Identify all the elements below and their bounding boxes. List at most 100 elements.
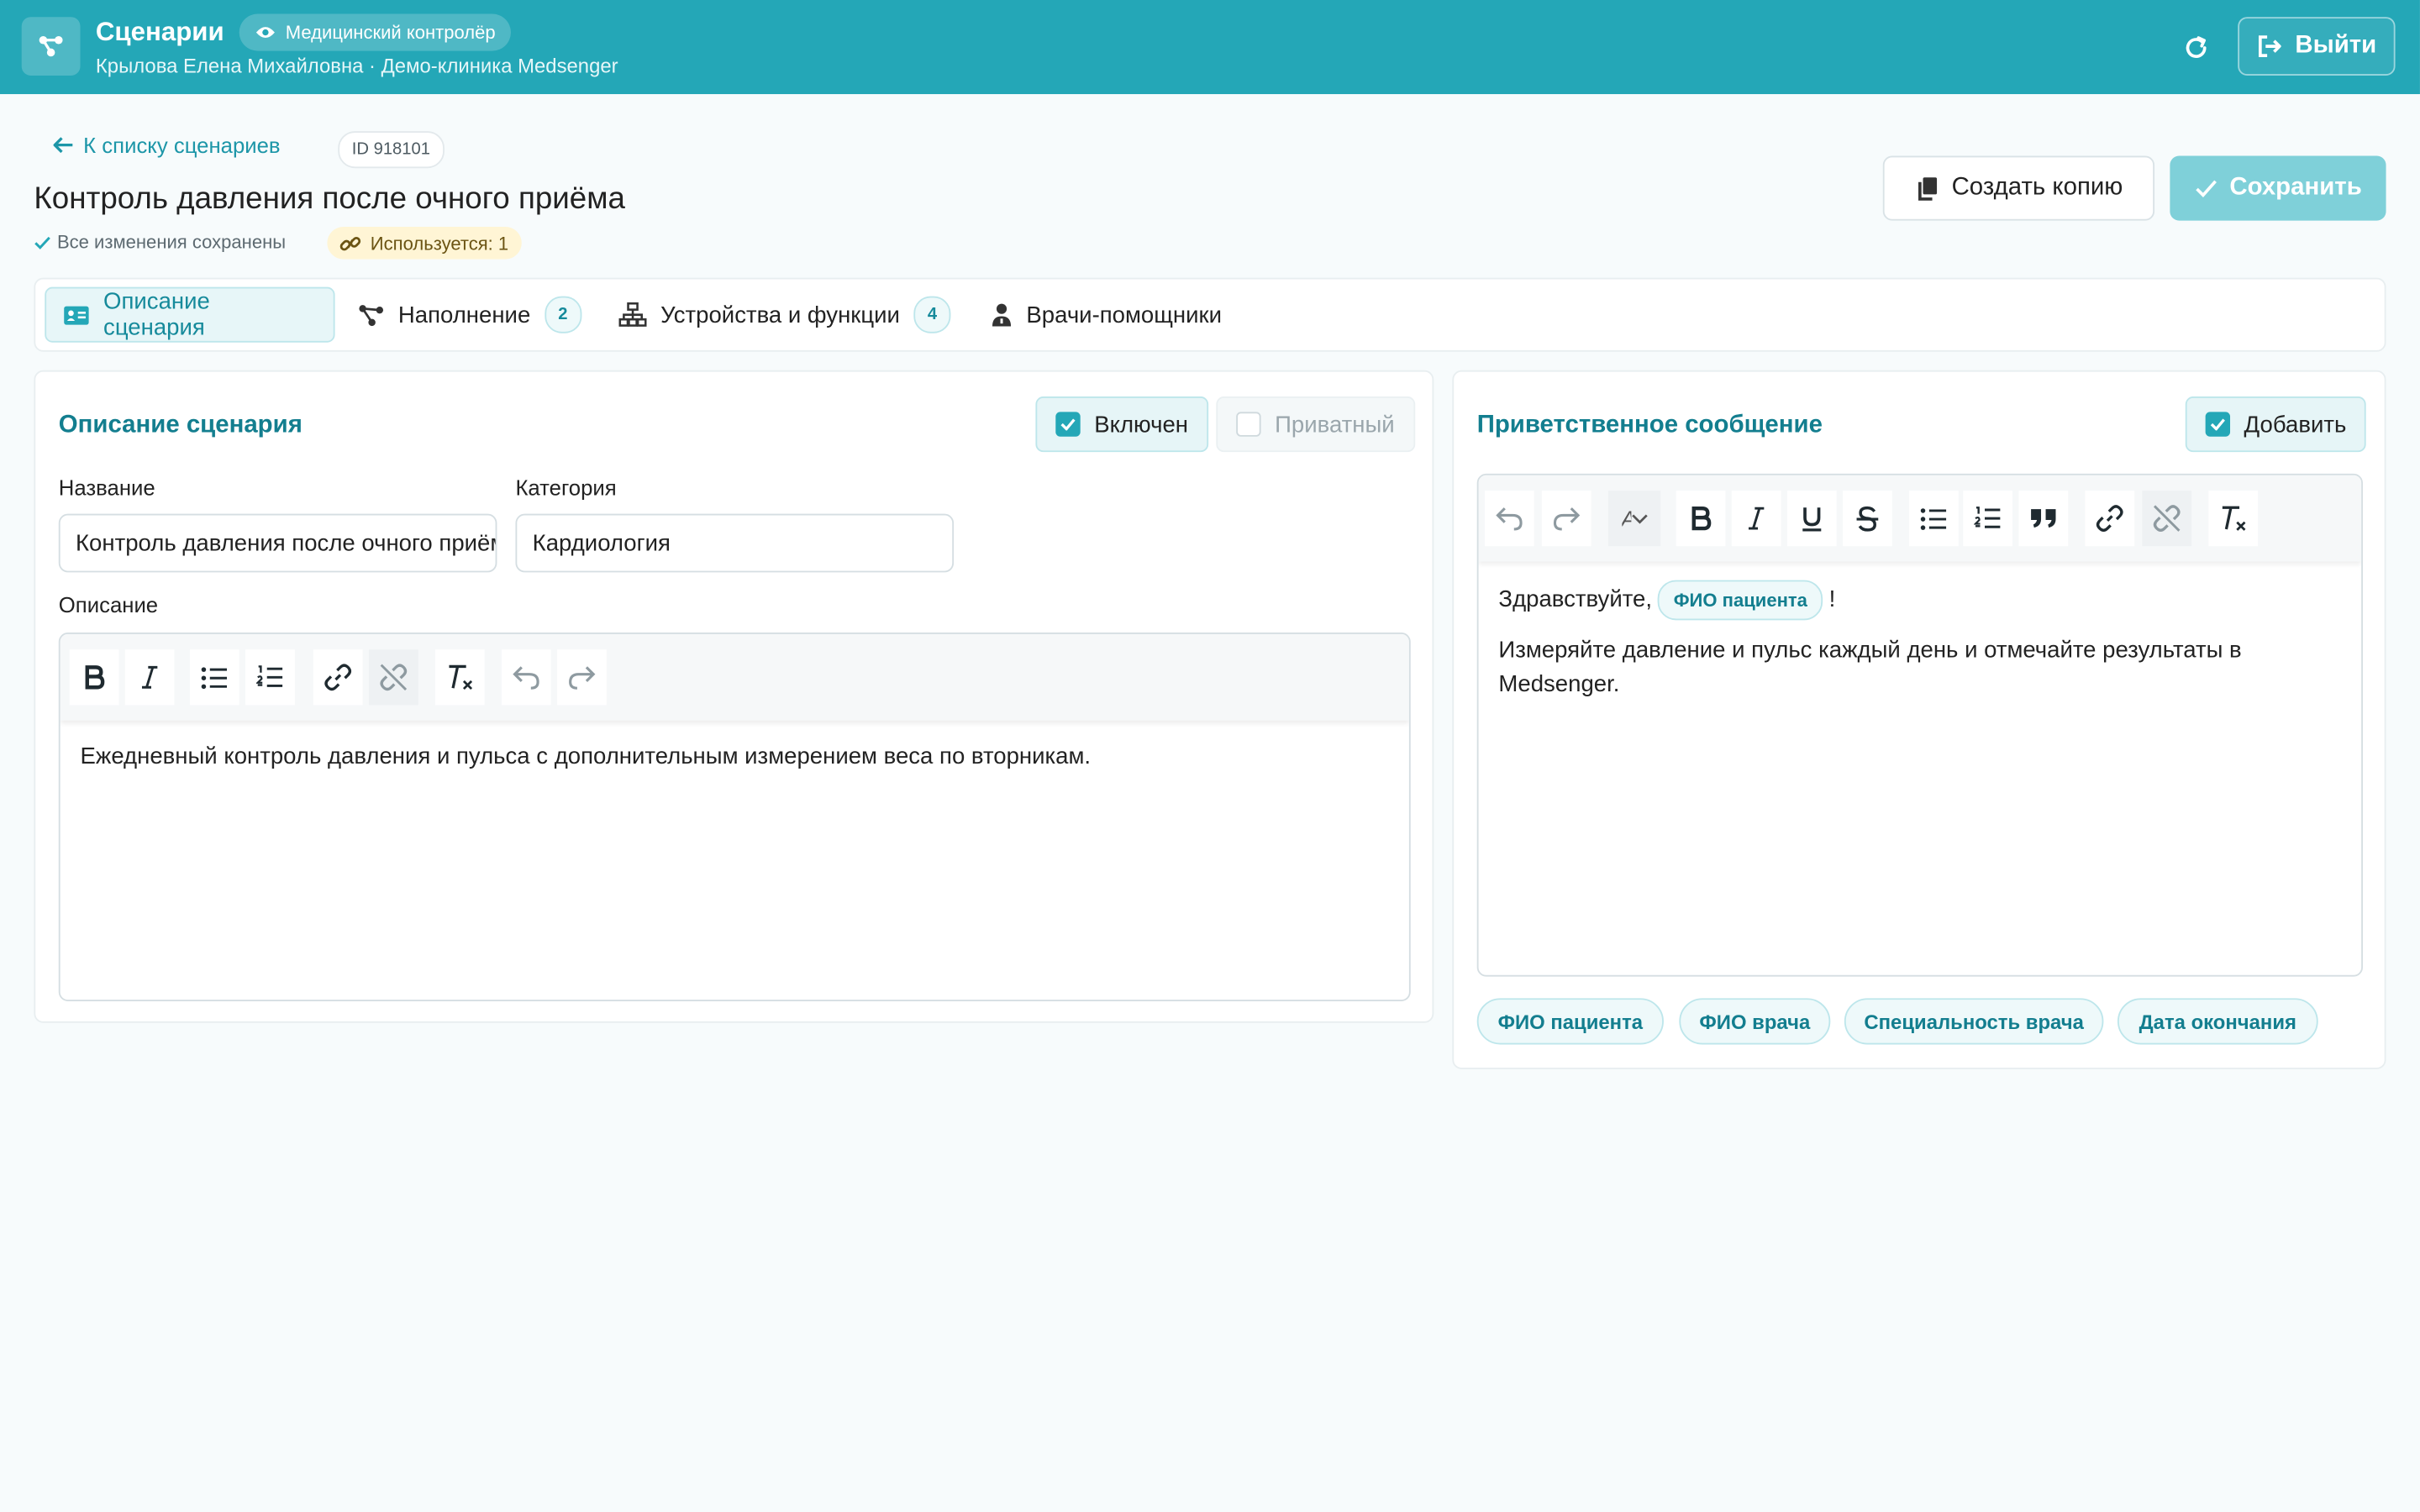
bold-icon (1690, 506, 1712, 531)
back-to-list-link[interactable]: К списку сценариев (52, 132, 281, 158)
tab-description[interactable]: Описание сценария (45, 286, 335, 343)
logout-icon (2256, 34, 2282, 58)
usage-badge[interactable]: Используется: 1 (327, 226, 521, 260)
undo-button[interactable] (501, 649, 551, 706)
usage-badge-label: Используется: 1 (370, 232, 509, 255)
variable-chip-end-date[interactable]: Дата окончания (2117, 998, 2318, 1045)
welcome-card: Приветственное сообщение Добавить A (1452, 370, 2386, 1069)
eye-icon (255, 24, 276, 39)
refresh-button[interactable] (2173, 26, 2219, 69)
variable-chip-patient-name[interactable]: ФИО пациента (1476, 998, 1664, 1045)
saved-status: Все изменения сохранены (34, 231, 287, 254)
back-link-label: К списку сценариев (83, 132, 281, 158)
welcome-greeting-line[interactable]: Здравствуйте, ФИО пациента! (1498, 580, 2341, 621)
clear-format-button[interactable] (434, 649, 485, 706)
add-welcome-label: Добавить (2244, 411, 2347, 438)
welcome-body-text[interactable]: Измеряйте давление и пульс каждый день и… (1498, 634, 2299, 702)
font-size-dropdown[interactable]: A (1607, 491, 1661, 547)
tab-devices-label: Устройства и функции (660, 302, 900, 328)
welcome-editor: A Здравствуйте,ФИО пациента! Измеряйте д… (1476, 473, 2363, 977)
tab-description-label: Описание сценария (103, 288, 210, 341)
logout-button[interactable]: Выйти (2238, 17, 2396, 76)
save-label: Сохранить (2229, 174, 2362, 201)
name-input[interactable]: Контроль давления после очного приёма (58, 513, 497, 573)
bullet-list-icon (1920, 507, 1948, 530)
bold-button[interactable] (1676, 491, 1726, 547)
tab-content[interactable]: Наполнение 2 (341, 287, 598, 343)
copy-icon (1914, 175, 1939, 201)
enabled-toggle[interactable]: Включен (1035, 396, 1208, 453)
strikethrough-icon (1855, 505, 1880, 532)
underline-icon (1801, 506, 1823, 532)
app-title: Сценарии (95, 17, 224, 47)
undo-button[interactable] (1484, 491, 1534, 547)
scenario-logo-icon[interactable] (21, 17, 81, 76)
link-icon (2094, 503, 2125, 534)
italic-button[interactable] (124, 649, 175, 706)
link-icon (323, 662, 354, 693)
scenario-id-badge: ID 918101 (338, 131, 445, 169)
check-icon (34, 235, 50, 249)
blockquote-button[interactable] (2018, 491, 2069, 547)
redo-button[interactable] (557, 649, 607, 706)
unlink-icon (2151, 503, 2182, 534)
description-text[interactable]: Ежедневный контроль давления и пульса с … (81, 741, 1390, 774)
category-input[interactable]: Кардиология (515, 513, 955, 573)
underline-button[interactable] (1786, 491, 1837, 547)
undo-icon (1496, 506, 1523, 531)
check-icon (2194, 179, 2217, 198)
redo-icon (568, 665, 596, 690)
description-label: Описание (58, 592, 159, 617)
insert-link-button[interactable] (2085, 491, 2135, 547)
variable-chip-doctor-specialty[interactable]: Специальность врача (1844, 998, 2104, 1045)
unlink-button[interactable] (368, 649, 418, 706)
clear-format-icon (2217, 505, 2249, 533)
bullet-list-button[interactable] (189, 649, 239, 706)
insert-link-button[interactable] (313, 649, 363, 706)
description-card: Описание сценария Включен Приватный Назв… (34, 370, 1434, 1023)
numbered-list-icon (1974, 506, 2002, 530)
bullet-list-icon (201, 666, 229, 690)
redo-button[interactable] (1541, 491, 1591, 547)
clear-format-button[interactable] (2208, 491, 2259, 547)
saved-status-label: Все изменения сохранены (56, 231, 287, 254)
unlink-icon (378, 662, 409, 693)
tab-assistants[interactable]: Врачи-помощники (974, 287, 1239, 343)
name-label: Название (58, 475, 155, 501)
tab-devices[interactable]: Устройства и функции 4 (602, 287, 967, 343)
quote-icon (2029, 507, 2057, 529)
italic-icon (140, 665, 159, 690)
role-badge-label: Медицинский контролёр (285, 21, 496, 44)
numbered-list-button[interactable] (1963, 491, 2013, 547)
add-welcome-toggle[interactable]: Добавить (2185, 396, 2367, 453)
bullet-list-button[interactable] (1908, 491, 1959, 547)
link-icon (339, 234, 361, 252)
logout-label: Выйти (2295, 32, 2377, 59)
italic-icon (1747, 506, 1765, 530)
numbered-list-icon (255, 665, 284, 690)
tab-devices-count: 4 (913, 296, 951, 333)
private-toggle[interactable]: Приватный (1216, 396, 1415, 453)
undo-icon (513, 665, 540, 690)
checkbox-checked-icon (1055, 412, 1081, 437)
save-button[interactable]: Сохранить (2170, 155, 2386, 221)
checkbox-checked-icon (2205, 412, 2231, 437)
enabled-label: Включен (1094, 411, 1189, 438)
private-label: Приватный (1275, 411, 1395, 438)
sitemap-icon (618, 302, 647, 327)
greeting-text: Здравствуйте, (1498, 585, 1653, 613)
strikethrough-button[interactable] (1843, 491, 1892, 547)
unlink-button[interactable] (2142, 491, 2192, 547)
bold-button[interactable] (69, 649, 119, 706)
create-copy-button[interactable]: Создать копию (1882, 155, 2155, 221)
welcome-toolbar: A (1478, 475, 2362, 562)
id-card-icon (63, 305, 89, 325)
variable-chip-doctor-name[interactable]: ФИО врача (1679, 998, 1831, 1045)
patient-name-chip[interactable]: ФИО пациента (1658, 580, 1823, 621)
nodes-icon (358, 303, 384, 327)
tab-content-count: 2 (544, 296, 581, 333)
italic-button[interactable] (1731, 491, 1781, 547)
font-size-glyph: A (1621, 506, 1630, 530)
numbered-list-button[interactable] (245, 649, 295, 706)
clear-format-icon (445, 664, 476, 691)
